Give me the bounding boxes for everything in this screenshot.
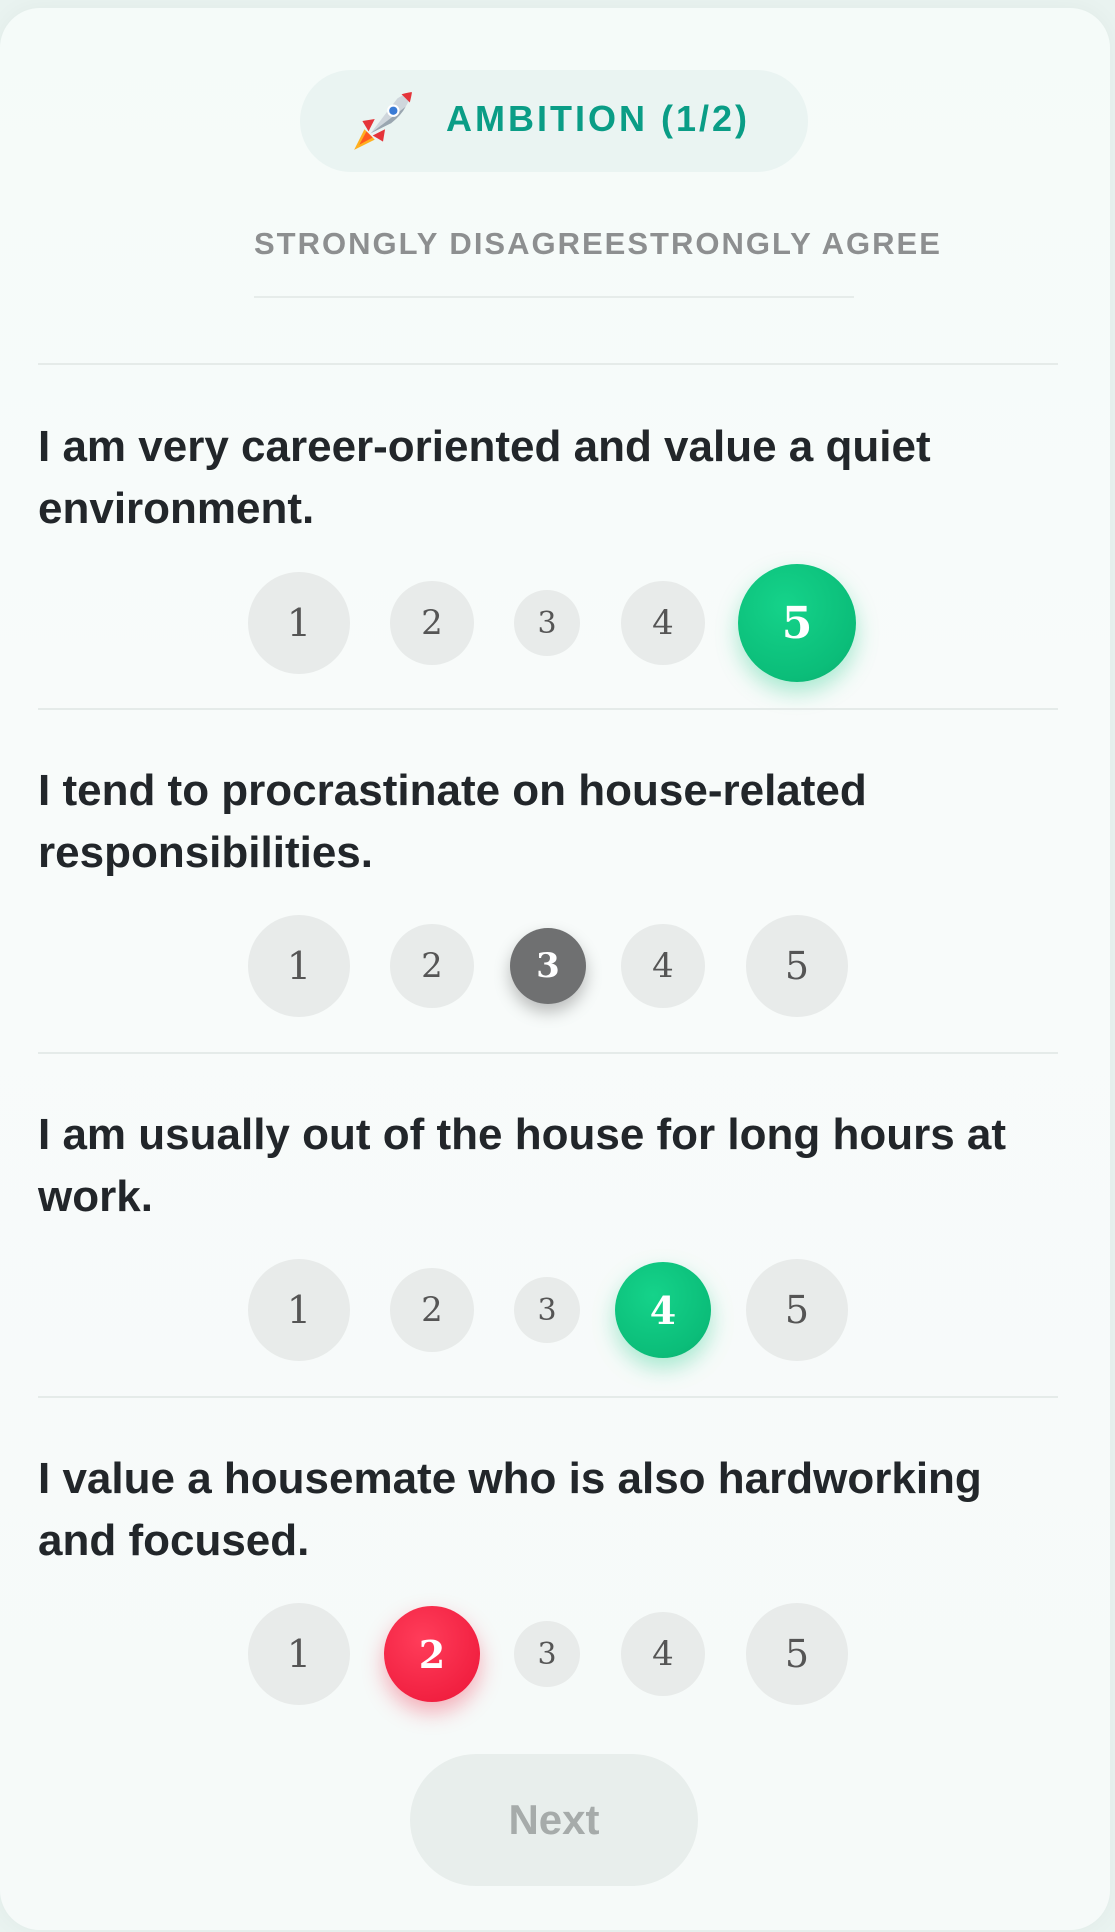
questionnaire-card: AMBITION (1/2) STRONGLY DISAGREESTRONGLY… — [0, 8, 1110, 1930]
rating-option-3[interactable]: 3 — [514, 590, 580, 656]
next-button[interactable]: Next — [410, 1754, 698, 1886]
rating-scale: 1 2 3 4 5 — [0, 558, 1110, 688]
rating-scale: 1 2 3 4 5 — [0, 901, 1110, 1031]
rating-option-1[interactable]: 1 — [248, 1603, 350, 1705]
section-title: AMBITION (1/2) — [446, 98, 751, 139]
rating-scale: 1 2 3 4 5 — [0, 1245, 1110, 1375]
rating-option-5[interactable]: 5 — [746, 1259, 848, 1361]
section-badge: AMBITION (1/2) — [300, 70, 808, 172]
rocket-icon — [354, 92, 412, 150]
rating-option-3[interactable]: 3 — [514, 1621, 580, 1687]
rating-option-4[interactable]: 4 — [621, 1612, 705, 1696]
question-text: I am very career-oriented and value a qu… — [38, 422, 931, 533]
rating-option-2[interactable]: 2 — [390, 581, 474, 665]
scale-left-label: STRONGLY DISAGREE — [254, 226, 628, 261]
rating-option-5-selected[interactable]: 5 — [738, 564, 856, 682]
scale-legend: STRONGLY DISAGREESTRONGLY AGREE — [254, 226, 940, 298]
rating-option-3-selected[interactable]: 3 — [510, 928, 586, 1004]
rating-option-4[interactable]: 4 — [621, 581, 705, 665]
rating-option-5[interactable]: 5 — [746, 1603, 848, 1705]
rating-option-3[interactable]: 3 — [514, 1277, 580, 1343]
rating-option-1[interactable]: 1 — [248, 572, 350, 674]
rating-option-4-selected[interactable]: 4 — [615, 1262, 711, 1358]
rating-option-1[interactable]: 1 — [248, 915, 350, 1017]
divider — [38, 708, 1058, 710]
divider — [38, 1052, 1058, 1054]
question-text: I value a housemate who is also hardwork… — [38, 1454, 982, 1565]
rating-option-2-selected[interactable]: 2 — [384, 1606, 480, 1702]
rating-option-4[interactable]: 4 — [621, 924, 705, 1008]
rating-option-2[interactable]: 2 — [390, 924, 474, 1008]
rating-option-1[interactable]: 1 — [248, 1259, 350, 1361]
divider — [38, 1396, 1058, 1398]
rating-scale: 1 2 3 4 5 — [0, 1589, 1110, 1719]
question-text: I tend to procrastinate on house-related… — [38, 766, 867, 877]
divider — [38, 363, 1058, 365]
rating-option-5[interactable]: 5 — [746, 915, 848, 1017]
rating-option-2[interactable]: 2 — [390, 1268, 474, 1352]
question-text: I am usually out of the house for long h… — [38, 1110, 1007, 1221]
scale-right-label: STRONGLY AGREE — [627, 226, 942, 261]
